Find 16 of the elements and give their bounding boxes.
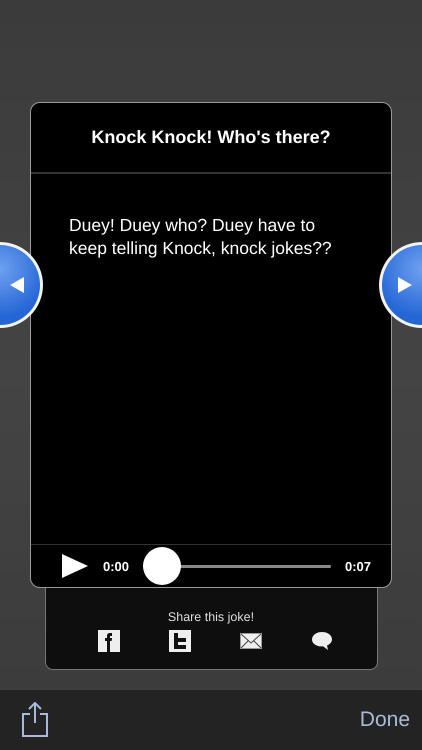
progress-slider[interactable]: [143, 547, 331, 585]
left-arrow-icon: [10, 277, 24, 293]
share-icon[interactable]: [21, 702, 49, 738]
twitter-icon[interactable]: [168, 630, 190, 652]
right-arrow-icon: [398, 277, 412, 293]
duration-time: 0:07: [344, 558, 371, 574]
play-icon[interactable]: [61, 553, 89, 579]
facebook-icon[interactable]: [98, 630, 120, 652]
message-icon[interactable]: [310, 631, 332, 651]
share-label: Share this joke!: [168, 610, 254, 624]
joke-title: Knock Knock! Who's there?: [91, 127, 331, 148]
done-button[interactable]: Done: [360, 708, 410, 732]
slider-thumb[interactable]: [143, 547, 182, 585]
mail-icon[interactable]: [240, 633, 262, 649]
joke-text: Duey! Duey who? Duey have to keep telling Knock, knock jokes??: [69, 214, 333, 260]
elapsed-time: 0:00: [103, 558, 130, 574]
